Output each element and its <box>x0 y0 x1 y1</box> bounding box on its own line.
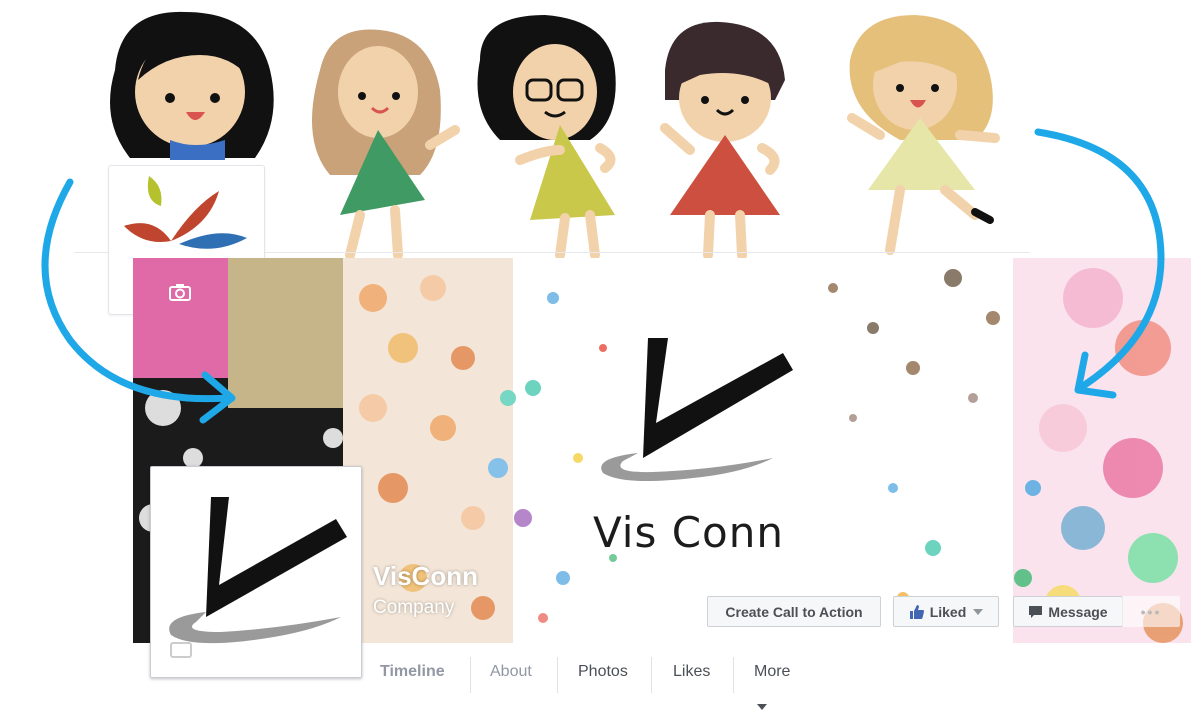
tab-divider <box>651 657 652 693</box>
camera-icon[interactable] <box>169 283 191 301</box>
girl-figure-4 <box>660 21 785 260</box>
visconn-logo-icon <box>169 497 347 658</box>
tab-divider <box>733 657 734 693</box>
tab-divider <box>470 657 471 693</box>
more-options-label: ••• <box>1140 603 1162 620</box>
thumbs-up-icon <box>909 604 924 619</box>
tab-divider <box>557 657 558 693</box>
camera-icon <box>170 642 192 658</box>
liked-label: Liked <box>929 603 967 620</box>
tab-more[interactable]: More <box>754 655 791 710</box>
profile-picture[interactable] <box>150 466 362 678</box>
tab-timeline[interactable]: Timeline <box>380 655 445 693</box>
cta-label: Create Call to Action <box>725 603 863 620</box>
girl-figure-2 <box>312 29 460 260</box>
create-call-to-action-button[interactable]: Create Call to Action <box>707 596 881 627</box>
tab-more-label: More <box>754 663 791 680</box>
chevron-down-icon <box>973 608 984 615</box>
page-category: Company <box>373 597 455 618</box>
girl-figure-5 <box>847 15 1000 255</box>
visconn-logo-mark <box>601 338 793 482</box>
girl-figure-3 <box>477 15 616 260</box>
tab-likes[interactable]: Likes <box>673 655 710 693</box>
cover-brand-name: Vis Conn <box>593 508 784 557</box>
message-label: Message <box>1048 603 1108 620</box>
liked-button[interactable]: Liked <box>893 596 999 627</box>
girl-figure-1 <box>110 11 274 160</box>
message-button[interactable]: Message <box>1013 596 1123 627</box>
tab-photos[interactable]: Photos <box>578 655 628 693</box>
more-options-button[interactable]: ••• <box>1122 596 1180 627</box>
message-icon <box>1029 605 1043 618</box>
chevron-down-icon <box>757 704 767 710</box>
page-title[interactable]: VisConn <box>373 561 478 592</box>
tab-about[interactable]: About <box>490 655 532 693</box>
